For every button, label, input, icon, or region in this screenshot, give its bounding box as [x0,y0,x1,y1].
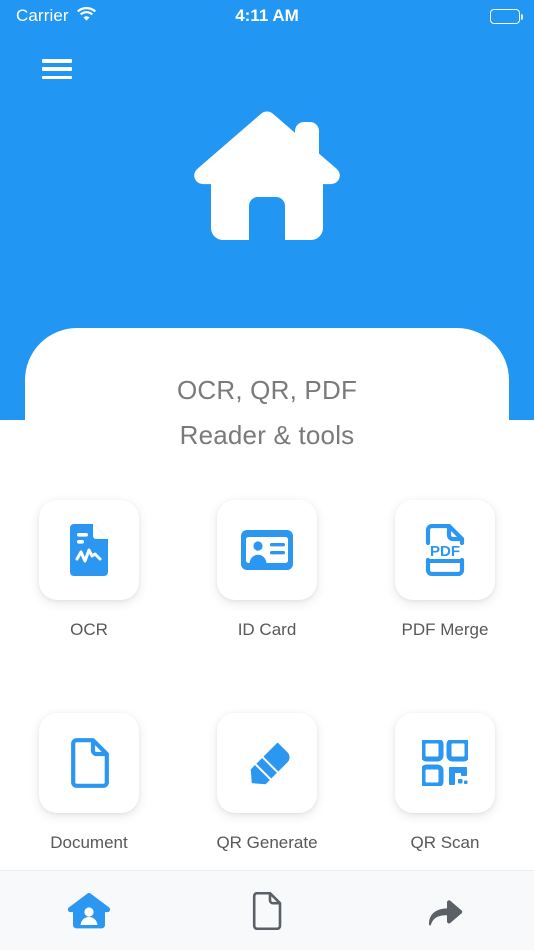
tool-item-document[interactable]: Document [19,713,159,853]
tool-item-pdf-merge[interactable]: PDF PDF Merge [375,500,515,640]
document-page-icon [71,738,109,788]
tool-label: ID Card [237,620,297,639]
tool-item-qr-generate[interactable]: QR Generate [197,713,337,853]
home-person-icon [67,892,111,928]
tool-item-id-card[interactable]: ID Card [197,500,337,640]
tool-tile[interactable]: PDF [395,500,495,600]
wifi-icon [76,6,96,26]
tool-grid: OCR ID Card PDF PDF Merge Document QR Ge… [0,500,534,853]
app-logo [0,108,534,248]
app-screen: Carrier 4:11 AM OCR, QR, PDF Reader & to… [0,0,534,950]
house-logo-icon [194,111,340,240]
svg-text:PDF: PDF [430,543,460,560]
document-outline-icon [252,891,282,930]
tool-item-ocr[interactable]: OCR [19,500,159,640]
pen-icon [250,742,290,785]
tool-label: QR Scan [410,833,480,852]
id-card-icon [241,530,293,570]
battery-full-icon [490,8,523,24]
tool-tile[interactable] [39,500,139,600]
hamburger-menu-icon[interactable] [42,56,72,82]
tab-files[interactable] [178,871,356,950]
tool-tile[interactable] [39,713,139,813]
page-title-line1: OCR, QR, PDF [176,375,358,405]
status-bar: Carrier 4:11 AM [0,0,534,32]
tab-share[interactable] [356,871,534,950]
bottom-navigation [0,870,534,950]
status-bar-right [490,0,523,32]
tool-label: QR Generate [216,833,318,852]
share-arrow-icon [429,899,463,926]
tool-label: PDF Merge [401,620,489,639]
ocr-document-icon [70,524,108,576]
page-title: OCR, QR, PDF Reader & tools [0,368,534,458]
pdf-file-icon: PDF [425,524,465,576]
status-bar-left: Carrier [16,6,96,26]
page-title-line2: Reader & tools [179,420,355,450]
tool-tile[interactable] [217,500,317,600]
clock-label: 4:11 AM [235,6,299,25]
tool-tile[interactable] [217,713,317,813]
tool-tile[interactable] [395,713,495,813]
tool-label: OCR [70,620,108,639]
tool-label: Document [50,833,128,852]
tool-item-qr-scan[interactable]: QR Scan [375,713,515,853]
qr-code-icon [422,740,468,786]
tab-home[interactable] [0,871,178,950]
carrier-label: Carrier [16,6,69,25]
